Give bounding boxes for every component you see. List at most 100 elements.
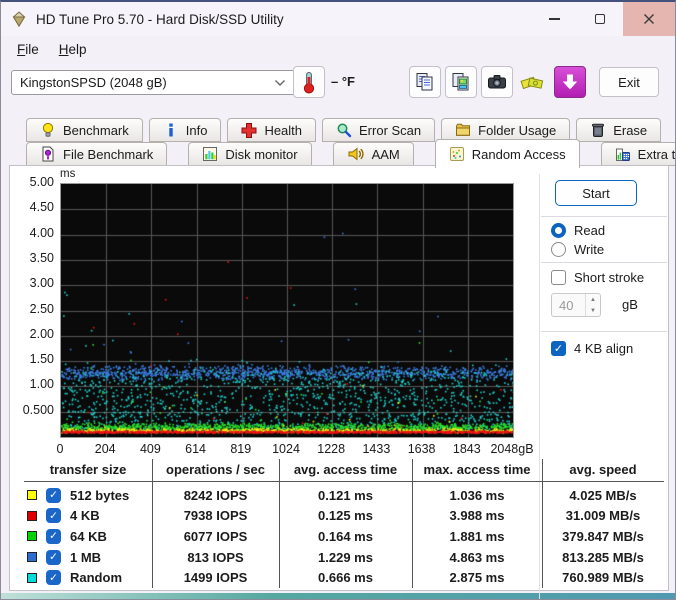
- maximize-icon: [595, 14, 605, 24]
- menu-help[interactable]: Help: [51, 39, 95, 60]
- tab-label: AAM: [371, 146, 400, 162]
- close-icon: [644, 14, 654, 24]
- avg-access-cell: 0.666 ms: [318, 570, 373, 586]
- screenshot-button[interactable]: [481, 66, 513, 98]
- separator: [541, 331, 667, 332]
- copy-text-button[interactable]: [409, 66, 441, 98]
- copy-image-icon: [452, 73, 469, 91]
- app-window: HD Tune Pro 5.70 - Hard Disk/SSD Utility…: [0, 0, 676, 600]
- series-checkbox[interactable]: ✓: [46, 487, 61, 503]
- table-body: ✓ 512 bytes 8242 IOPS 0.121 ms 1.036 ms 4.025…: [24, 485, 664, 588]
- menu-file[interactable]: File: [9, 39, 47, 60]
- temperature-button[interactable]: [293, 66, 325, 98]
- tab-error-scan[interactable]: Error Scan: [322, 118, 436, 142]
- speaker-icon: [347, 146, 365, 162]
- y-tick-label: 2.00: [29, 326, 54, 341]
- spin-down-icon[interactable]: ▼: [586, 305, 600, 316]
- table-row-random: ✓ Random 1499 IOPS 0.666 ms 2.875 ms 760.989 …: [24, 567, 664, 588]
- lightbulb-icon: [40, 122, 56, 138]
- read-radio-row[interactable]: Read: [551, 223, 605, 238]
- exit-label: Exit: [618, 74, 640, 90]
- scatter-icon: [449, 146, 465, 162]
- operations-cell: 8242 IOPS: [183, 487, 248, 503]
- download-icon: [562, 74, 578, 90]
- extra-tests-icon: [615, 146, 631, 162]
- series-color-swatch: [27, 552, 37, 563]
- write-label: Write: [574, 242, 605, 257]
- spin-up-icon[interactable]: ▲: [586, 294, 600, 305]
- copy-image-button[interactable]: [445, 66, 477, 98]
- y-tick-label: 2.50: [29, 301, 54, 316]
- avg-speed-cell: 813.285 MB/s: [562, 549, 644, 565]
- tab-health[interactable]: Health: [227, 118, 317, 142]
- y-tick-label: 4.50: [29, 200, 54, 215]
- max-access-cell: 4.863 ms: [449, 549, 505, 565]
- app-icon: [11, 11, 27, 27]
- series-checkbox[interactable]: ✓: [46, 549, 61, 565]
- short-stroke-checkbox[interactable]: [551, 270, 566, 285]
- align-checkbox[interactable]: ✓: [551, 341, 566, 356]
- tab-random-access[interactable]: Random Access: [434, 139, 580, 168]
- access-time-scatter-chart: [60, 183, 514, 438]
- exit-button[interactable]: Exit: [599, 67, 659, 97]
- maximize-button[interactable]: [577, 2, 623, 36]
- start-button[interactable]: Start: [555, 180, 637, 206]
- series-color-swatch: [27, 531, 37, 542]
- y-axis-unit-label: ms: [60, 168, 76, 180]
- series-checkbox[interactable]: ✓: [46, 570, 61, 586]
- write-radio-row[interactable]: Write: [551, 242, 604, 257]
- max-access-cell: 1.036 ms: [449, 487, 505, 503]
- separator: [541, 216, 667, 217]
- title-bar: HD Tune Pro 5.70 - Hard Disk/SSD Utility: [1, 2, 675, 36]
- avg-speed-cell: 760.989 MB/s: [562, 570, 644, 586]
- y-tick-label: 5.00: [29, 175, 54, 189]
- window-title: HD Tune Pro 5.70 - Hard Disk/SSD Utility: [36, 11, 284, 27]
- short-stroke-row[interactable]: Short stroke: [551, 270, 644, 285]
- avg-speed-cell: 379.847 MB/s: [562, 528, 644, 544]
- table-header-cell: avg. access time: [293, 462, 398, 477]
- tab-extra-tests[interactable]: Extra tests: [600, 142, 675, 166]
- avg-access-cell: 0.121 ms: [318, 487, 373, 503]
- bar-chart-icon: [202, 146, 218, 162]
- table-header-row: transfer size operations / sec avg. access…: [24, 459, 664, 480]
- write-radio[interactable]: [551, 242, 566, 257]
- update-button[interactable]: [554, 66, 586, 98]
- temperature-value: – °F: [331, 74, 355, 89]
- results-table: transfer size operations / sec avg. access…: [24, 459, 664, 588]
- magnifier-icon: [336, 122, 352, 138]
- avg-speed-cell: 31.009 MB/s: [565, 508, 641, 524]
- align-row[interactable]: ✓ 4 KB align: [551, 341, 633, 356]
- info-icon: [163, 122, 179, 138]
- minimize-button[interactable]: [531, 2, 577, 36]
- toolbar: KingstonSPSD (2048 gB) – °F Exit: [1, 62, 675, 110]
- tab-label: File Benchmark: [63, 146, 154, 162]
- drive-select-dropdown[interactable]: KingstonSPSD (2048 gB): [11, 70, 295, 95]
- tab-aam[interactable]: AAM: [332, 142, 414, 166]
- close-button[interactable]: [623, 2, 675, 36]
- short-stroke-size-stepper[interactable]: 40 ▲ ▼: [551, 293, 601, 317]
- table-header-cell: avg. speed: [569, 462, 637, 477]
- read-radio[interactable]: [551, 223, 566, 238]
- series-checkbox[interactable]: ✓: [46, 508, 61, 524]
- tab-erase[interactable]: Erase: [576, 118, 662, 142]
- thermometer-icon: [303, 72, 315, 94]
- transfer-size-label: Random: [70, 570, 122, 586]
- start-label: Start: [582, 185, 610, 201]
- tab-info[interactable]: Info: [148, 118, 222, 142]
- tab-disk-monitor[interactable]: Disk monitor: [188, 142, 312, 166]
- y-tick-label: 3.50: [29, 250, 54, 265]
- max-access-cell: 3.988 ms: [449, 508, 505, 524]
- desktop-background-strip: [1, 593, 675, 599]
- tab-benchmark[interactable]: Benchmark: [26, 118, 143, 142]
- separator: [541, 262, 667, 263]
- avg-access-cell: 0.125 ms: [318, 508, 373, 524]
- transfer-size-label: 512 bytes: [70, 487, 130, 503]
- table-row-4-kb: ✓ 4 KB 7938 IOPS 0.125 ms 3.988 ms 31.009 MB/…: [24, 506, 664, 527]
- operations-cell: 813 IOPS: [187, 549, 244, 565]
- tab-file-benchmark[interactable]: File Benchmark: [26, 142, 168, 166]
- series-color-swatch: [27, 490, 37, 501]
- tab-label: Random Access: [471, 146, 566, 162]
- series-checkbox[interactable]: ✓: [46, 528, 61, 544]
- register-button[interactable]: [517, 66, 549, 98]
- tab-label: Error Scan: [359, 122, 422, 138]
